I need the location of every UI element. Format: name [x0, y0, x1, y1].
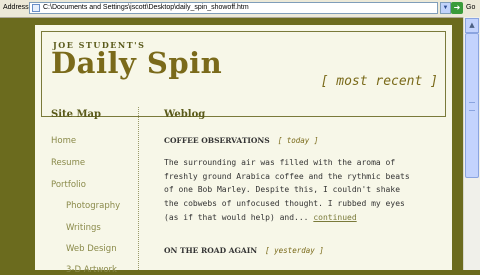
scroll-up-button[interactable]: ▲	[465, 18, 479, 33]
most-recent-heading: [ most recent ]	[320, 74, 438, 89]
header-divider	[41, 116, 446, 117]
post-heading: COFFEE OBSERVATIONS [ today ]	[164, 136, 318, 145]
nav-link-resume[interactable]: Resume	[51, 158, 85, 168]
go-arrow-icon: ➜	[451, 2, 463, 14]
scroll-thumb[interactable]	[465, 33, 479, 178]
nav-link-photography[interactable]: Photography	[66, 201, 120, 211]
post-heading: ON THE ROAD AGAIN [ yesterday ]	[164, 246, 324, 255]
chevron-down-icon: ▼	[442, 5, 449, 11]
nav-link-writings[interactable]: Writings	[66, 223, 101, 233]
address-label: Address	[3, 4, 29, 11]
address-input[interactable]: C:\Documents and Settings\jscott\Desktop…	[29, 2, 438, 14]
nav-link-web-design[interactable]: Web Design	[66, 244, 117, 254]
address-bar: Address C:\Documents and Settings\jscott…	[0, 0, 480, 18]
weblog-title: Weblog	[164, 109, 206, 120]
grip-icon	[469, 102, 475, 111]
post-text: The surrounding air was filled with the …	[164, 158, 410, 222]
nav-link-portfolio[interactable]: Portfolio	[51, 180, 86, 190]
address-url: C:\Documents and Settings\jscott\Desktop…	[43, 4, 249, 11]
post-title: ON THE ROAD AGAIN	[164, 246, 258, 255]
go-label: Go	[466, 4, 476, 11]
post-body: The surrounding air was filled with the …	[164, 156, 414, 225]
page-icon	[32, 4, 40, 12]
post-date: [ yesterday ]	[265, 246, 324, 255]
nav-link-home[interactable]: Home	[51, 136, 76, 146]
chevron-up-icon: ▲	[469, 21, 475, 29]
nav-link-3d-artwork[interactable]: 3-D Artwork	[66, 265, 117, 275]
column-divider	[138, 107, 139, 270]
site-title: Daily Spin	[51, 46, 223, 80]
post-date: [ today ]	[277, 136, 319, 145]
post-title: COFFEE OBSERVATIONS	[164, 136, 270, 145]
go-button[interactable]: ➜ Go	[451, 2, 478, 14]
address-dropdown-button[interactable]: ▼	[440, 2, 451, 14]
vertical-scrollbar[interactable]: ▲	[463, 17, 480, 270]
continued-link[interactable]: continued	[313, 213, 356, 222]
sitemap-title: Site Map	[51, 109, 102, 120]
web-page: JOE STUDENT'S Daily Spin [ most recent ]…	[35, 25, 452, 275]
